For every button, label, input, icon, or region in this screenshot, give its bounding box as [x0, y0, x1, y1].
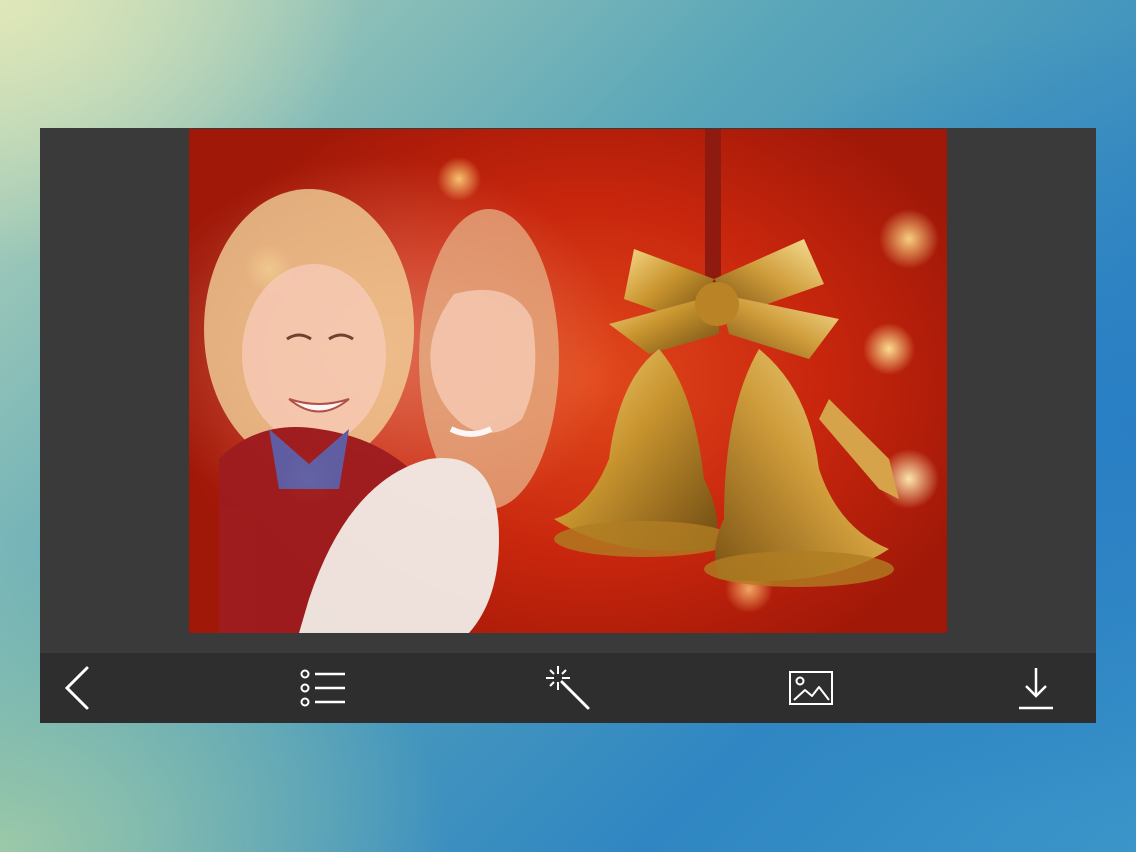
gallery-button[interactable]: [776, 653, 846, 723]
download-button[interactable]: [1001, 653, 1071, 723]
back-icon: [64, 666, 89, 710]
effects-button[interactable]: [533, 653, 603, 723]
list-icon: [300, 669, 345, 707]
bottom-toolbar: [40, 653, 1096, 723]
frames-list-button[interactable]: [288, 653, 358, 723]
gold-bells-ornament: [554, 129, 899, 587]
image-icon: [789, 671, 833, 705]
magic-wand-icon: [546, 666, 590, 710]
download-icon: [1019, 668, 1053, 710]
photo-canvas[interactable]: [189, 129, 947, 633]
back-button[interactable]: [42, 653, 112, 723]
editor-screen: [40, 128, 1096, 723]
